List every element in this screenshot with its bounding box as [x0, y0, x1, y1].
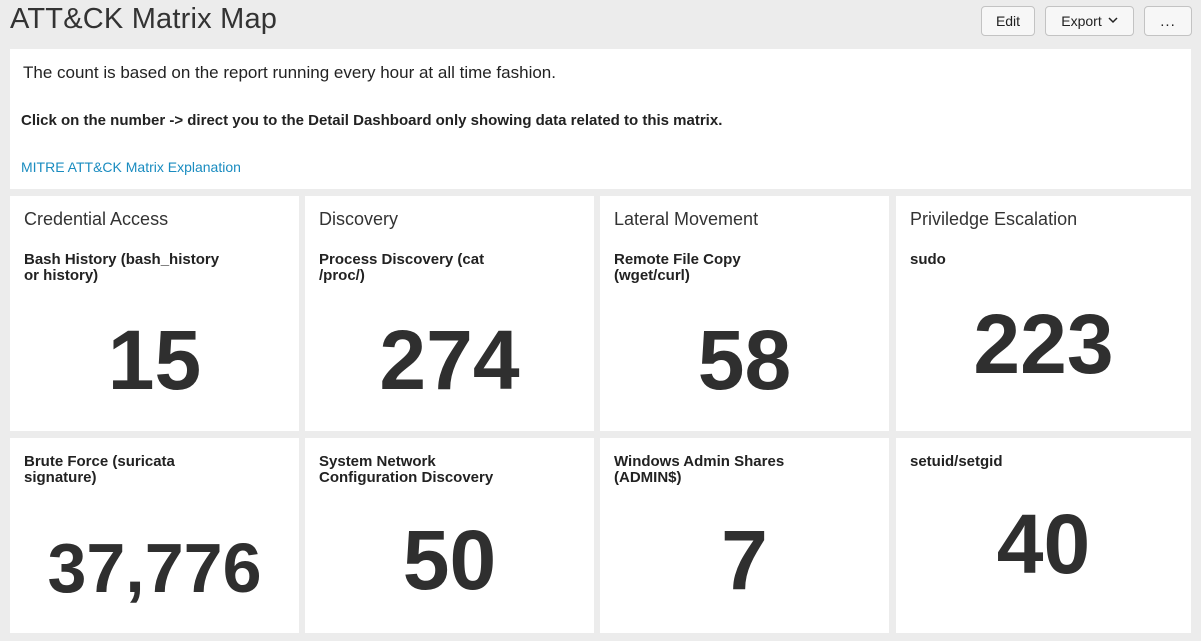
- chevron-down-icon: [1108, 15, 1118, 27]
- technique-count[interactable]: 50: [305, 518, 594, 602]
- edit-button[interactable]: Edit: [981, 6, 1035, 36]
- export-button-label: Export: [1061, 13, 1102, 29]
- technique-label: sudo: [910, 251, 946, 268]
- page-title: ATT&CK Matrix Map: [10, 3, 278, 35]
- info-instruction: Click on the number -> direct you to the…: [21, 112, 723, 129]
- more-options-button[interactable]: ...: [1144, 6, 1192, 36]
- panel-lateral-movement-windows-admin-shares: Windows Admin Shares (ADMIN$) 7: [600, 438, 889, 633]
- technique-label: Bash History (bash_history or history): [24, 251, 220, 284]
- more-options-label: ...: [1160, 12, 1176, 30]
- technique-count[interactable]: 274: [305, 318, 594, 402]
- mitre-explanation-link[interactable]: MITRE ATT&CK Matrix Explanation: [21, 159, 241, 175]
- column-title-credential-access: Credential Access: [24, 209, 169, 229]
- technique-label: setuid/setgid: [910, 453, 1003, 470]
- technique-count[interactable]: 58: [600, 318, 889, 402]
- panel-priviledge-escalation-sudo: Priviledge Escalation sudo 223: [896, 196, 1191, 431]
- edit-button-label: Edit: [995, 13, 1021, 29]
- technique-label: System Network Configuration Discovery: [319, 453, 494, 486]
- technique-count[interactable]: 37,776: [10, 526, 299, 610]
- column-title-priviledge-escalation: Priviledge Escalation: [910, 209, 1078, 229]
- technique-count[interactable]: 223: [896, 302, 1191, 386]
- technique-count[interactable]: 40: [896, 502, 1191, 586]
- technique-label: Windows Admin Shares (ADMIN$): [614, 453, 785, 486]
- dashboard-header: ATT&CK Matrix Map Edit Export ...: [0, 0, 1201, 46]
- technique-count[interactable]: 15: [10, 318, 299, 402]
- technique-count[interactable]: 7: [600, 518, 889, 602]
- panel-credential-access-bash-history: Credential Access Bash History (bash_his…: [10, 196, 299, 431]
- panel-discovery-system-network-config: System Network Configuration Discovery 5…: [305, 438, 594, 633]
- export-button[interactable]: Export: [1045, 6, 1134, 36]
- technique-label: Process Discovery (cat /proc/): [319, 251, 485, 284]
- info-description: The count is based on the report running…: [23, 63, 556, 82]
- technique-label: Remote File Copy (wget/curl): [614, 251, 741, 284]
- panel-credential-access-brute-force: Brute Force (suricata signature) 37,776: [10, 438, 299, 633]
- column-title-discovery: Discovery: [319, 209, 399, 229]
- technique-label: Brute Force (suricata signature): [24, 453, 175, 486]
- panel-lateral-movement-remote-file-copy: Lateral Movement Remote File Copy (wget/…: [600, 196, 889, 431]
- column-title-lateral-movement: Lateral Movement: [614, 209, 759, 229]
- panel-priviledge-escalation-setuid: setuid/setgid 40: [896, 438, 1191, 633]
- panel-discovery-process: Discovery Process Discovery (cat /proc/)…: [305, 196, 594, 431]
- info-panel: The count is based on the report running…: [10, 49, 1191, 189]
